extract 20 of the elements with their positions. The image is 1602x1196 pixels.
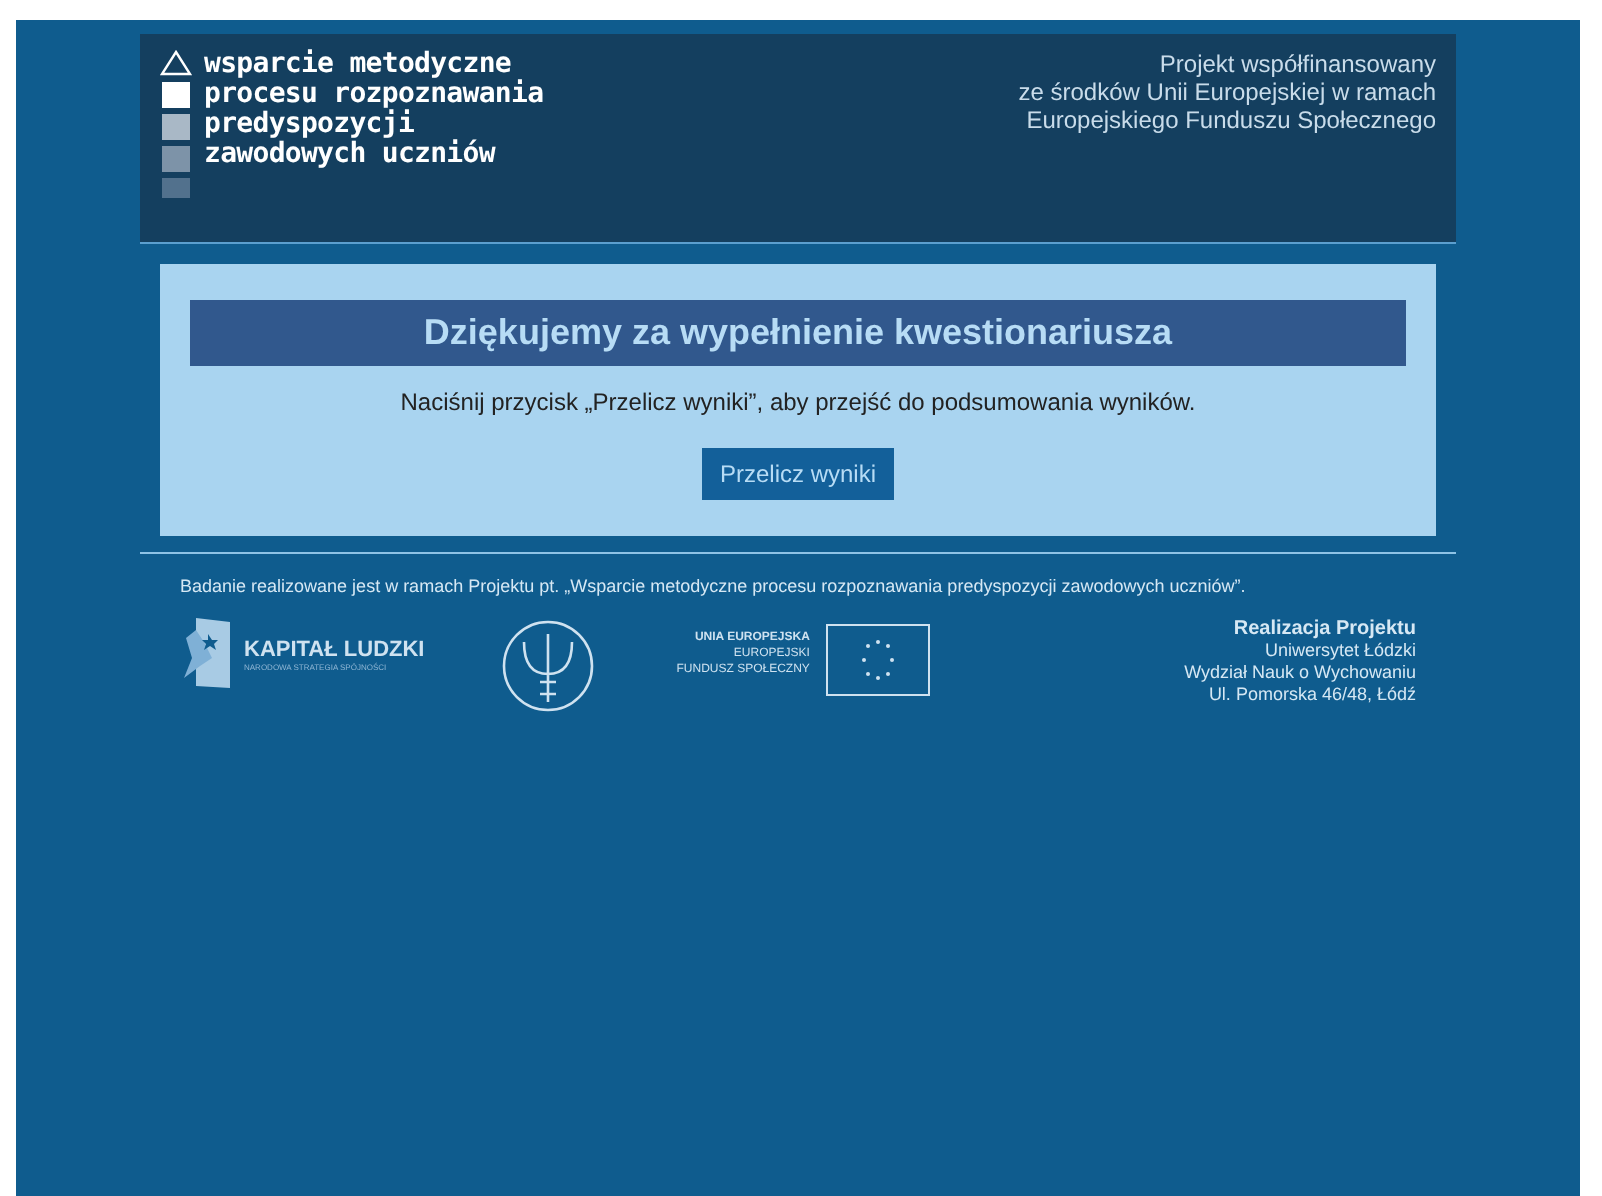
heading: Dziękujemy za wypełnienie kwestionariusza — [190, 300, 1406, 366]
cofinancing-text: ze środków Unii Europejskiej w ramach — [1018, 78, 1436, 106]
footer-note: Badanie realizowane jest w ramach Projektu pt. „Wsparcie metodyczne procesu rozpoznawania predyspozycji zawodowych uczniów”. — [180, 574, 1248, 600]
logo-icon — [160, 50, 192, 198]
address-line: Uniwersytet Łódzki — [1264, 639, 1416, 661]
realization-title: Realizacja Projektu — [1233, 617, 1416, 639]
cofinancing-text: Projekt współfinansowany — [1159, 50, 1436, 78]
figure-logo-icon — [180, 617, 232, 689]
address-line: Ul. Pomorska 46/48, Łódź — [1208, 683, 1416, 705]
eu-flag-icon — [825, 623, 930, 695]
psi-logo-icon — [500, 617, 597, 713]
address-line: Wydział Nauk o Wychowaniu — [1184, 661, 1416, 683]
calculate-button[interactable]: Przelicz wyniki — [701, 448, 894, 500]
logo-line: predyspozycji — [204, 110, 415, 140]
logo-text: KAPITAŁ LUDZKI — [244, 637, 425, 661]
logo-line: procesu rozpoznawania — [204, 80, 544, 110]
logo-line: zawodowych uczniów — [204, 140, 498, 170]
logo-line: wsparcie metodyczne — [204, 50, 511, 80]
instruction-text: Naciśnij przycisk „Przelicz wyniki”, aby przejść do podsumowania wyników. — [400, 386, 1196, 420]
cofinancing-text: Europejskiego Funduszu Społecznego — [1026, 106, 1436, 134]
